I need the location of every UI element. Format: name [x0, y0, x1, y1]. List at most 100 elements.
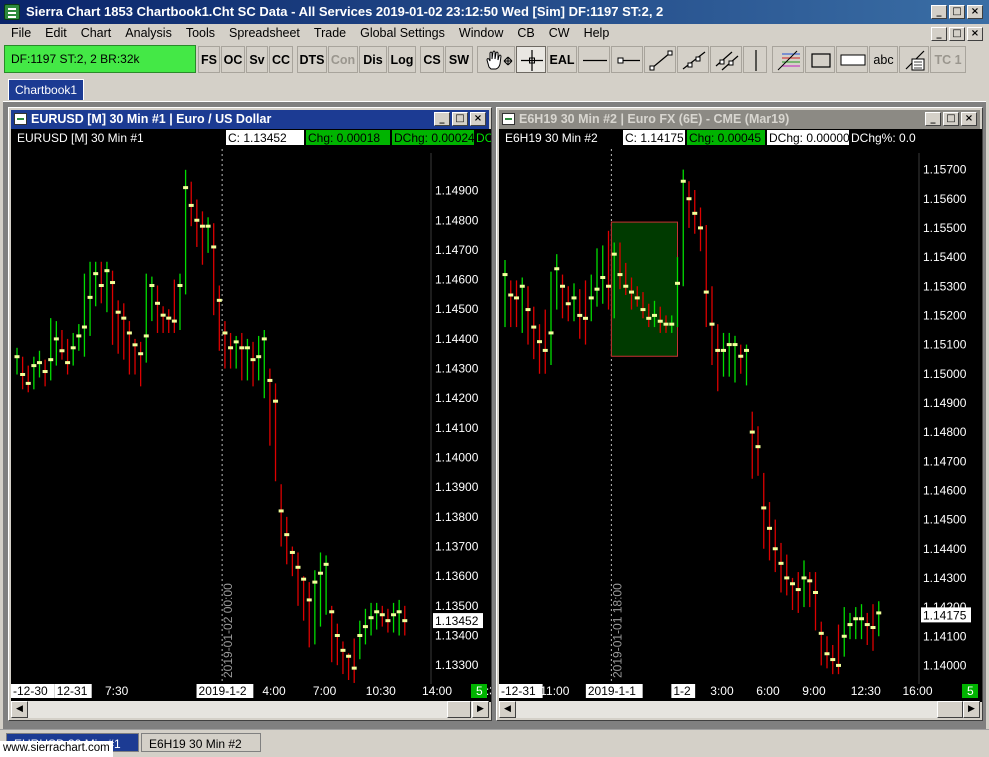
- fibonacci-tool[interactable]: [772, 46, 804, 73]
- chart-horizontal-scrollbar[interactable]: ◀ ▶: [499, 701, 980, 718]
- close-button[interactable]: ×: [967, 5, 983, 19]
- scroll-left-arrow[interactable]: ◀: [11, 701, 28, 718]
- price-bar-close-tick: [537, 340, 542, 344]
- menu-window[interactable]: Window: [452, 24, 510, 43]
- vertical-line-icon: [755, 50, 757, 71]
- window-controls: _ □ ×: [931, 5, 983, 19]
- scroll-right-arrow[interactable]: ▶: [472, 701, 489, 718]
- price-axis-tick-label: 1.14000: [435, 451, 479, 465]
- price-bar-close-tick: [652, 313, 657, 317]
- price-bar-close-tick: [171, 319, 177, 323]
- parallel-lines-tool[interactable]: [710, 46, 742, 73]
- text-box-icon: [840, 54, 866, 66]
- hand-pan-tool[interactable]: [477, 46, 515, 73]
- price-bar-close-tick: [194, 218, 200, 222]
- price-bar-close-tick: [732, 343, 738, 347]
- hand-pan-icon: [486, 50, 513, 70]
- menu-spreadsheet[interactable]: Spreadsheet: [222, 24, 307, 43]
- chart-window-e6h19[interactable]: E6H19 30 Min #2 | Euro FX (6E) - CME (Ma…: [496, 107, 983, 721]
- chart-tabs-bar: EURUSD 30 Min #1 E6H19 30 Min #2: [0, 729, 989, 757]
- price-bar-close-tick: [110, 281, 116, 285]
- price-axis-tick-label: 1.13400: [435, 629, 479, 643]
- cc-button[interactable]: CC: [269, 46, 293, 73]
- chart-title-bar[interactable]: EURUSD [M] 30 Min #1 | Euro / US Dollar …: [11, 110, 489, 129]
- tc-button[interactable]: TC 1: [930, 46, 966, 73]
- price-bar-close-tick: [795, 588, 801, 592]
- price-bar-close-tick: [334, 634, 340, 638]
- dts-button[interactable]: DTS: [297, 46, 327, 73]
- mdi-restore-button[interactable]: □: [949, 27, 965, 41]
- crosshair-tool[interactable]: [516, 46, 546, 73]
- text-box-tool[interactable]: [836, 46, 868, 73]
- trendline-tool[interactable]: [644, 46, 676, 73]
- text-tool[interactable]: abc: [869, 46, 898, 73]
- window-title-bar[interactable]: Sierra Chart 1853 Chartbook1.Cht SC Data…: [0, 0, 989, 24]
- scroll-left-arrow[interactable]: ◀: [499, 701, 516, 718]
- menu-global-settings[interactable]: Global Settings: [353, 24, 452, 43]
- minimize-button[interactable]: _: [931, 5, 947, 19]
- menu-cw[interactable]: CW: [542, 24, 577, 43]
- price-bar-close-tick: [807, 579, 813, 583]
- connect-button[interactable]: Con: [328, 46, 358, 73]
- scroll-right-arrow[interactable]: ▶: [963, 701, 980, 718]
- menu-tools[interactable]: Tools: [179, 24, 222, 43]
- chart-minimize-button[interactable]: _: [434, 112, 450, 126]
- cs-button[interactable]: CS: [420, 46, 444, 73]
- price-bar-close-tick: [42, 370, 48, 374]
- time-axis-label: 4:00: [262, 684, 286, 698]
- price-bar-close-tick: [836, 663, 841, 667]
- chartbook-tab[interactable]: Chartbook1: [8, 79, 84, 100]
- price-axis-tick-label: 1.13500: [435, 599, 479, 613]
- chart-close-button[interactable]: ×: [470, 112, 486, 126]
- sw-button[interactable]: SW: [445, 46, 473, 73]
- fs-button[interactable]: FS: [198, 46, 220, 73]
- price-chart-eurusd[interactable]: EURUSD [M] 30 Min #1 C: 1.13452 Chg: 0.000…: [11, 129, 491, 702]
- chart-maximize-button[interactable]: □: [452, 112, 468, 126]
- toolbar: DF:1197 ST:2, 2 BR:32k FS OC Sv CC DTS C…: [0, 44, 989, 76]
- last-price-label: 1.14175: [923, 608, 967, 622]
- vertical-line-tool[interactable]: [743, 46, 767, 73]
- chart-window-eurusd[interactable]: EURUSD [M] 30 Min #1 | Euro / US Dollar …: [8, 107, 492, 721]
- scroll-thumb[interactable]: [447, 701, 471, 718]
- sv-button[interactable]: Sv: [246, 46, 268, 73]
- mdi-close-button[interactable]: ×: [967, 27, 983, 41]
- menu-cb[interactable]: CB: [510, 24, 541, 43]
- menu-analysis[interactable]: Analysis: [118, 24, 179, 43]
- price-bar-close-tick: [138, 352, 144, 356]
- price-bar-close-tick: [525, 308, 531, 312]
- menu-trade[interactable]: Trade: [307, 24, 353, 43]
- menu-edit[interactable]: Edit: [38, 24, 74, 43]
- eal-button[interactable]: EAL: [547, 46, 577, 73]
- price-chart-e6h19[interactable]: E6H19 30 Min #2 C: 1.14175 Chg: 0.00045 DCh…: [499, 129, 982, 702]
- rectangle-tool[interactable]: [805, 46, 835, 73]
- chart-title-bar[interactable]: E6H19 30 Min #2 | Euro FX (6E) - CME (Ma…: [499, 110, 980, 129]
- price-bar-close-tick: [31, 364, 37, 368]
- price-axis-tick-label: 1.15200: [923, 308, 967, 322]
- chart-title: E6H19 30 Min #2 | Euro FX (6E) - CME (Ma…: [519, 112, 790, 126]
- price-bar-close-tick: [588, 296, 594, 300]
- chart-horizontal-scrollbar[interactable]: ◀ ▶: [11, 701, 489, 718]
- menu-file[interactable]: File: [0, 24, 38, 43]
- mdi-minimize-button[interactable]: _: [931, 27, 947, 41]
- chart-title: EURUSD [M] 30 Min #1 | Euro / US Dollar: [31, 112, 272, 126]
- menu-help[interactable]: Help: [577, 24, 617, 43]
- maximize-button[interactable]: □: [949, 5, 965, 19]
- price-axis-tick-label: 1.14400: [923, 542, 967, 556]
- chart-minimize-button[interactable]: _: [925, 112, 941, 126]
- line-tool[interactable]: [578, 46, 610, 73]
- price-bar-close-tick: [340, 648, 346, 652]
- calculator-ruler-tool[interactable]: [899, 46, 929, 73]
- disconnect-button[interactable]: Dis: [359, 46, 387, 73]
- extended-line-tool[interactable]: [677, 46, 709, 73]
- chart-close-button[interactable]: ×: [961, 112, 977, 126]
- price-bar-close-tick: [278, 509, 284, 513]
- log-button[interactable]: Log: [388, 46, 416, 73]
- scroll-thumb[interactable]: [937, 701, 963, 718]
- ray-tool[interactable]: [611, 46, 643, 73]
- price-bar-close-tick: [295, 565, 301, 569]
- oc-button[interactable]: OC: [221, 46, 245, 73]
- tab-e6h19[interactable]: E6H19 30 Min #2: [141, 733, 261, 752]
- price-bar-close-tick: [115, 310, 121, 314]
- menu-chart[interactable]: Chart: [74, 24, 119, 43]
- chart-maximize-button[interactable]: □: [943, 112, 959, 126]
